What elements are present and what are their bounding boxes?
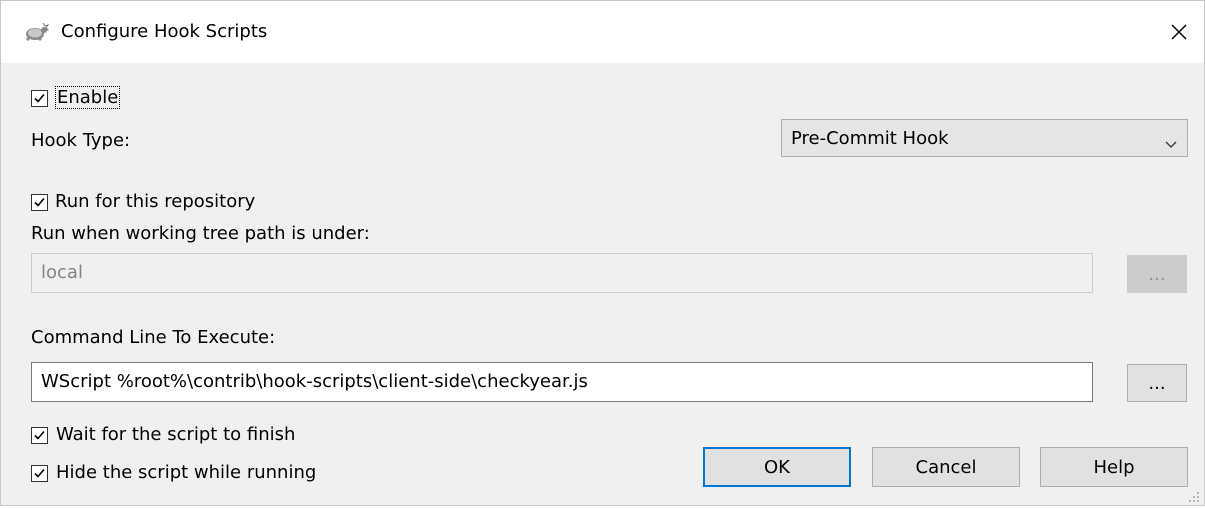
window-title: Configure Hook Scripts [61, 21, 268, 42]
wait-for-script-label[interactable]: Wait for the script to finish [56, 424, 295, 445]
chevron-down-icon [1165, 133, 1177, 154]
hide-script-label[interactable]: Hide the script while running [56, 462, 316, 483]
command-line-input[interactable]: WScript %root%\contrib\hook-scripts\clie… [31, 362, 1093, 402]
hide-script-checkbox[interactable] [31, 465, 48, 482]
command-line-label: Command Line To Execute: [31, 327, 276, 348]
title-bar: Configure Hook Scripts [1, 1, 1204, 63]
enable-checkbox[interactable] [31, 90, 48, 107]
run-for-repository-label[interactable]: Run for this repository [55, 191, 255, 212]
working-tree-path-label: Run when working tree path is under: [31, 223, 370, 244]
command-browse-button[interactable]: ... [1127, 364, 1187, 402]
hook-type-label: Hook Type: [31, 130, 131, 151]
working-tree-browse-button: ... [1127, 255, 1187, 293]
wait-for-script-checkbox[interactable] [31, 427, 48, 444]
working-tree-path-value: local [41, 262, 83, 283]
command-line-value: WScript %root%\contrib\hook-scripts\clie… [41, 371, 588, 392]
enable-label[interactable]: Enable [54, 86, 121, 109]
hook-type-value: Pre-Commit Hook [791, 128, 949, 149]
resize-grip-icon[interactable] [1186, 487, 1200, 502]
working-tree-path-field: local [31, 253, 1093, 293]
cancel-button[interactable]: Cancel [872, 447, 1020, 487]
dialog-window: Configure Hook Scripts Enable Hook Type:… [0, 0, 1205, 506]
help-button[interactable]: Help [1040, 447, 1188, 487]
close-icon[interactable] [1162, 15, 1196, 49]
run-for-repository-checkbox[interactable] [31, 194, 48, 211]
ok-button[interactable]: OK [703, 447, 851, 487]
tortoise-icon [23, 21, 50, 43]
hook-type-dropdown[interactable]: Pre-Commit Hook [781, 119, 1188, 157]
